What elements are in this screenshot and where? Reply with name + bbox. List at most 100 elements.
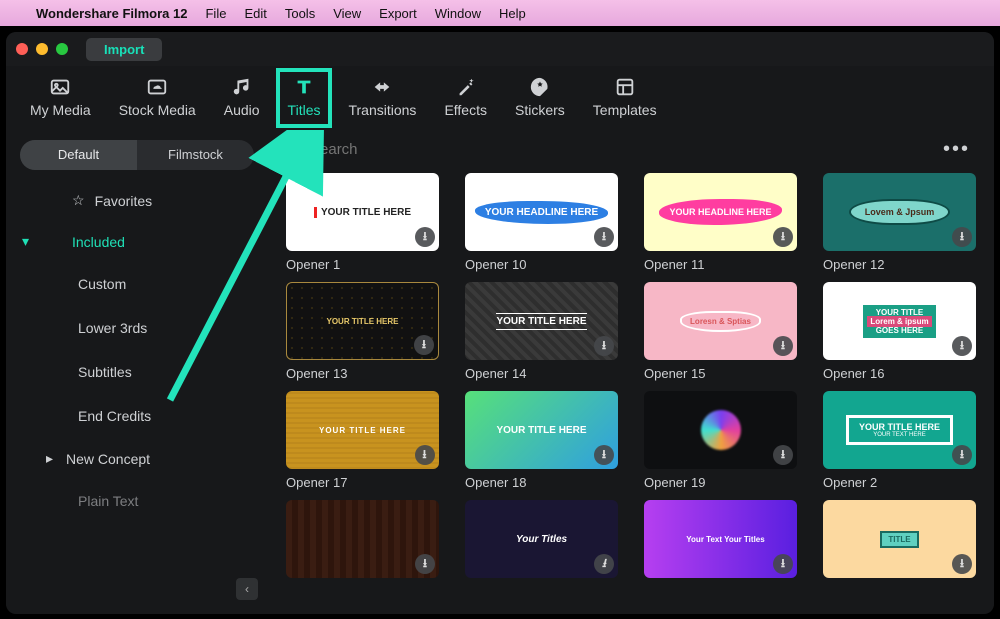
search-bar: ••• (268, 132, 994, 173)
tab-audio[interactable]: Audio (224, 76, 260, 118)
title-thumbnail[interactable]: Your Titles⭳ (465, 500, 618, 578)
download-icon[interactable]: ⭳ (594, 227, 614, 247)
download-icon[interactable]: ⭳ (594, 336, 614, 356)
title-thumbnail[interactable]: YOUR TITLE HERE⭳ (465, 282, 618, 360)
tab-effects[interactable]: Effects (444, 76, 487, 118)
collapse-sidebar-button[interactable]: ‹ (236, 578, 258, 600)
sidebar-item-end-credits[interactable]: End Credits (6, 394, 268, 438)
tab-transitions[interactable]: Transitions (348, 76, 416, 118)
download-icon[interactable]: ⭳ (773, 554, 793, 574)
title-thumbnail[interactable]: YOUR TITLE HERE⭳ (286, 391, 439, 469)
download-icon[interactable]: ⭳ (415, 554, 435, 574)
star-icon: ☆ (72, 192, 85, 209)
title-card[interactable]: YOUR HEADLINE HERE⭳Opener 11 (644, 173, 797, 272)
title-thumbnail[interactable]: YOUR TITLE HERE⭳ (286, 282, 439, 360)
title-caption: Opener 13 (286, 366, 439, 381)
title-thumbnail[interactable]: YOUR TITLE HERE⭳ (286, 173, 439, 251)
import-button[interactable]: Import (86, 38, 162, 61)
tool-tabs: My Media Stock Media Audio Titles Tra (6, 66, 994, 132)
title-thumbnail[interactable]: TITLE⭳ (823, 500, 976, 578)
download-icon[interactable]: ⭳ (773, 336, 793, 356)
title-card[interactable]: YOUR TITLE HERE⭳ Opener 14 (465, 282, 618, 381)
menu-tools[interactable]: Tools (285, 6, 315, 21)
sidebar-item-lower-3rds[interactable]: Lower 3rds (6, 306, 268, 350)
title-card[interactable]: ⭳ (286, 500, 439, 584)
title-thumbnail[interactable]: YOUR HEADLINE HERE⭳ (465, 173, 618, 251)
title-caption: Opener 15 (644, 366, 797, 381)
title-card[interactable]: Your Text Your Titles⭳ (644, 500, 797, 584)
download-icon[interactable]: ⭳ (773, 227, 793, 247)
title-thumbnail[interactable]: YOUR TITLE HERE⭳ (465, 391, 618, 469)
title-card[interactable]: ⭳ Opener 19 (644, 391, 797, 490)
sidebar-item-custom[interactable]: Custom (6, 262, 268, 306)
menu-edit[interactable]: Edit (244, 6, 266, 21)
menu-file[interactable]: File (205, 6, 226, 21)
title-card[interactable]: YOUR TITLELorem & ipsumGOES HERE⭳ Opener … (823, 282, 976, 381)
app-window: Import My Media Stock Media Audio T (6, 32, 994, 614)
sidebar-favorites[interactable]: ☆ Favorites (6, 180, 268, 221)
sidebar-item-new-concept[interactable]: ▸ New Concept (6, 438, 268, 479)
minimize-icon[interactable] (36, 43, 48, 55)
tab-stock-media[interactable]: Stock Media (119, 76, 196, 118)
title-caption: Opener 19 (644, 475, 797, 490)
zoom-icon[interactable] (56, 43, 68, 55)
title-card[interactable]: YOUR TITLE HEREYOUR TEXT HERE⭳Opener 2 (823, 391, 976, 490)
sidebar-section-included[interactable]: ▾ Included (6, 221, 268, 262)
app-name[interactable]: Wondershare Filmora 12 (36, 6, 187, 21)
sidebar-tab-filmstock[interactable]: Filmstock (137, 140, 254, 170)
traffic-lights (16, 43, 68, 55)
sidebar-tab-default[interactable]: Default (20, 140, 137, 170)
search-input[interactable] (310, 141, 935, 158)
close-icon[interactable] (16, 43, 28, 55)
wand-icon (452, 76, 480, 98)
title-card[interactable]: Lovem & Jpsum⭳Opener 12 (823, 173, 976, 272)
main-panel: ••• YOUR TITLE HERE⭳ Opener 1 YOUR HEADLIN… (268, 132, 994, 606)
section-label: Included (72, 234, 125, 250)
title-thumbnail[interactable]: Loresn & Sptias⭳ (644, 282, 797, 360)
tab-label: Effects (444, 102, 487, 118)
menu-view[interactable]: View (333, 6, 361, 21)
title-thumbnail[interactable]: YOUR TITLE HEREYOUR TEXT HERE⭳ (823, 391, 976, 469)
download-icon[interactable]: ⭳ (952, 336, 972, 356)
selection-highlight (276, 68, 333, 128)
menu-export[interactable]: Export (379, 6, 417, 21)
title-card[interactable]: YOUR TITLE HERE⭳ Opener 1 (286, 173, 439, 272)
download-icon[interactable]: ⭳ (952, 554, 972, 574)
title-caption: Opener 1 (286, 257, 439, 272)
title-card[interactable]: YOUR TITLE HERE⭳Opener 17 (286, 391, 439, 490)
title-card[interactable]: Loresn & Sptias⭳ Opener 15 (644, 282, 797, 381)
download-icon[interactable]: ⭳ (773, 445, 793, 465)
download-icon[interactable]: ⭳ (414, 335, 434, 355)
title-thumbnail[interactable]: ⭳ (644, 391, 797, 469)
tab-stickers[interactable]: Stickers (515, 76, 565, 118)
more-options-icon[interactable]: ••• (943, 138, 976, 161)
title-thumbnail[interactable]: Your Text Your Titles⭳ (644, 500, 797, 578)
menu-help[interactable]: Help (499, 6, 526, 21)
tab-templates[interactable]: Templates (593, 76, 657, 118)
title-card[interactable]: YOUR TITLE HERE⭳ Opener 18 (465, 391, 618, 490)
title-caption: Opener 18 (465, 475, 618, 490)
title-thumbnail[interactable]: YOUR HEADLINE HERE⭳ (644, 173, 797, 251)
download-icon[interactable]: ⭳ (415, 227, 435, 247)
title-thumbnail[interactable]: ⭳ (286, 500, 439, 578)
titlebar: Import (6, 32, 994, 66)
download-icon[interactable]: ⭳ (594, 445, 614, 465)
title-card[interactable]: YOUR HEADLINE HERE⭳Opener 10 (465, 173, 618, 272)
download-icon[interactable]: ⭳ (415, 445, 435, 465)
menu-window[interactable]: Window (435, 6, 481, 21)
download-icon[interactable]: ⭳ (952, 445, 972, 465)
download-icon[interactable]: ⭳ (594, 554, 614, 574)
tab-my-media[interactable]: My Media (30, 76, 91, 118)
tab-titles[interactable]: Titles (288, 76, 321, 118)
title-thumbnail[interactable]: Lovem & Jpsum⭳ (823, 173, 976, 251)
sidebar-item-subtitles[interactable]: Subtitles (6, 350, 268, 394)
title-card[interactable]: Your Titles⭳ (465, 500, 618, 584)
title-thumbnail[interactable]: YOUR TITLELorem & ipsumGOES HERE⭳ (823, 282, 976, 360)
title-card[interactable]: YOUR TITLE HERE⭳ Opener 13 (286, 282, 439, 381)
download-icon[interactable]: ⭳ (952, 227, 972, 247)
title-caption: Opener 16 (823, 366, 976, 381)
title-caption: Opener 14 (465, 366, 618, 381)
title-card[interactable]: TITLE⭳ (823, 500, 976, 584)
sidebar-item-plain-text[interactable]: Plain Text (6, 479, 268, 523)
tab-label: Templates (593, 102, 657, 118)
